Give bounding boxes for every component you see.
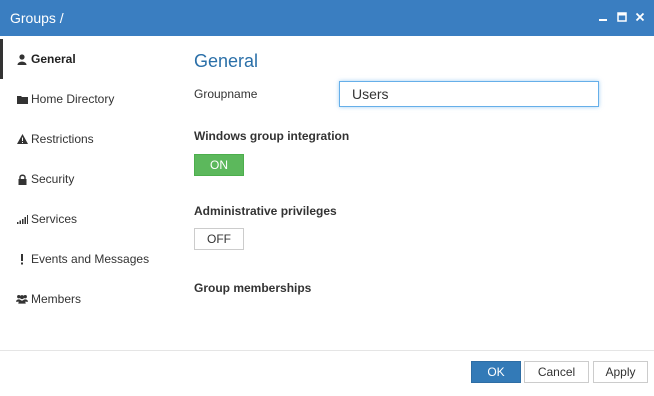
sidebar-item-restrictions[interactable]: Restrictions — [0, 119, 178, 159]
sidebar-item-label: Security — [31, 172, 75, 186]
sidebar-item-home-directory[interactable]: Home Directory — [0, 79, 178, 119]
sidebar-item-label: Members — [31, 292, 82, 306]
admin-privileges-label: Administrative privileges — [194, 204, 337, 218]
footer-divider — [0, 350, 654, 351]
groupname-label: Groupname — [194, 87, 258, 101]
warning-icon — [16, 133, 28, 145]
apply-button[interactable]: Apply — [593, 361, 648, 383]
sidebar-item-security[interactable]: Security — [0, 159, 178, 199]
users-icon — [16, 293, 28, 305]
sidebar-item-label: Events and Messages — [31, 252, 150, 266]
sidebar-item-label: Restrictions — [31, 132, 94, 146]
sidebar-item-services[interactable]: Services — [0, 199, 178, 239]
minimize-icon[interactable] — [596, 10, 610, 24]
ok-button[interactable]: OK — [471, 361, 521, 383]
windows-integration-toggle[interactable]: ON — [194, 154, 244, 176]
cancel-button[interactable]: Cancel — [524, 361, 589, 383]
sidebar-item-label: General — [31, 52, 76, 66]
sidebar-item-label: Home Directory — [31, 92, 115, 106]
sidebar-item-general[interactable]: General — [0, 39, 178, 79]
groupname-input[interactable] — [339, 81, 599, 107]
sidebar-item-label: Services — [31, 212, 78, 226]
maximize-icon[interactable] — [615, 10, 629, 24]
admin-privileges-toggle[interactable]: OFF — [194, 228, 244, 250]
folder-icon — [16, 93, 28, 105]
title-bar: Groups / — [0, 0, 654, 36]
page-title: General — [194, 51, 259, 71]
sidebar-item-events-and-messages[interactable]: Events and Messages — [0, 239, 178, 279]
signal-icon — [16, 213, 28, 225]
sidebar-item-members[interactable]: Members — [0, 279, 178, 319]
group-memberships-label: Group memberships — [194, 281, 312, 295]
lock-icon — [16, 173, 28, 185]
sidebar: General Home Directory Restrictions Secu… — [0, 36, 178, 314]
exclamation-icon — [16, 253, 28, 265]
close-icon[interactable] — [633, 10, 647, 24]
window-title: Groups / — [10, 10, 64, 26]
windows-integration-label: Windows group integration — [194, 129, 350, 143]
user-icon — [16, 53, 28, 65]
